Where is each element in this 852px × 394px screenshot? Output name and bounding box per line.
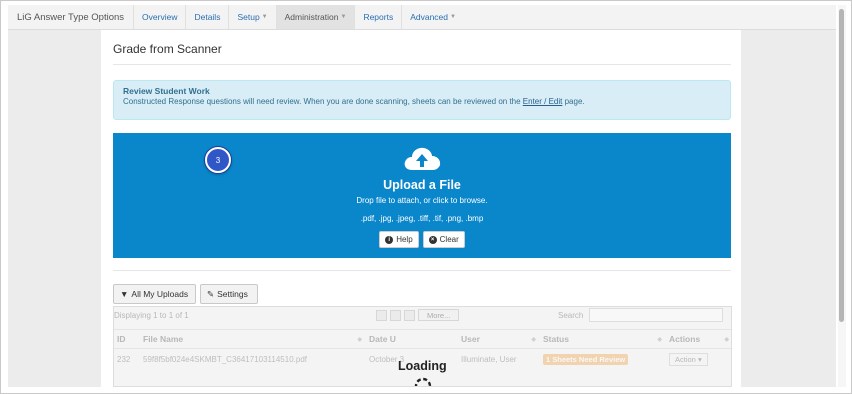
cell-actions: Action ▾ <box>666 349 731 369</box>
columns-icon[interactable] <box>376 309 387 321</box>
upload-buttons: i Help × Clear <box>113 231 731 248</box>
nav-item-reports[interactable]: Reports <box>354 5 401 29</box>
search-input[interactable] <box>589 308 723 322</box>
column-header-status[interactable]: Status ◆ <box>540 330 666 348</box>
chevron-down-icon: ▼ <box>261 14 268 20</box>
help-button[interactable]: i Help <box>379 231 419 248</box>
nav-item-setup[interactable]: Setup ▼ <box>228 5 275 29</box>
chevron-down-icon: ▼ <box>340 14 347 20</box>
status-badge: 1 Sheets Need Review <box>543 353 629 365</box>
page-title: Grade from Scanner <box>113 42 222 56</box>
cell-status: 1 Sheets Need Review <box>540 349 666 369</box>
more-button[interactable]: More... <box>418 309 460 321</box>
nav-brand[interactable]: LiG Answer Type Options <box>8 5 133 29</box>
search-label: Search <box>558 311 584 320</box>
nav-item-overview[interactable]: Overview <box>133 5 185 29</box>
info-icon: i <box>385 235 394 244</box>
table-info: Displaying 1 to 1 of 1 <box>114 311 189 320</box>
sort-icon: ◆ <box>357 336 362 343</box>
nav-item-advanced[interactable]: Advanced ▼ <box>401 5 464 29</box>
filter-icon: ▼ <box>120 289 129 299</box>
window-frame: LiG Answer Type Options Overview Details… <box>0 0 852 394</box>
uploads-table: Displaying 1 to 1 of 1 More... Search ID… <box>113 306 732 387</box>
divider <box>113 64 731 65</box>
column-header-actions[interactable]: Actions ◆ <box>666 330 731 348</box>
column-header-id[interactable]: ID <box>114 330 140 348</box>
chevron-down-icon: ▼ <box>450 14 456 20</box>
upload-file-types: .pdf, .jpg, .jpeg, .tiff, .tif, .png, .b… <box>360 214 484 223</box>
info-text: Constructed Response questions will need… <box>123 97 585 106</box>
upload-title: Upload a File <box>383 178 461 192</box>
sort-icon: ◆ <box>657 336 662 343</box>
column-header-file-name[interactable]: File Name ◆ <box>140 330 366 348</box>
info-alert: Review Student Work Constructed Response… <box>113 80 731 120</box>
settings-button[interactable]: ✎ Settings <box>200 284 258 304</box>
main-content: Grade from Scanner Review Student Work C… <box>101 30 741 387</box>
cell-file-name: 59f8f5bf024e4SKMBT_C36417103114510.pdf <box>143 354 307 364</box>
table-tools: More... <box>376 309 460 321</box>
chevron-down-icon: ▾ <box>697 354 702 364</box>
info-title: Review Student Work <box>123 86 210 96</box>
upload-dropzone[interactable]: Upload a File Drop file to attach, or cl… <box>113 133 731 258</box>
spinner-icon <box>414 377 432 386</box>
export-icon[interactable] <box>390 309 401 321</box>
page-margin-left <box>8 30 101 387</box>
close-icon: × <box>428 235 437 244</box>
step-badge: 3 <box>205 147 231 173</box>
cloud-upload-icon <box>404 147 441 170</box>
column-header-user[interactable]: User ◆ <box>458 330 540 348</box>
top-nav: LiG Answer Type Options Overview Details… <box>8 5 836 30</box>
nav-item-administration[interactable]: Administration ▼ <box>275 5 355 29</box>
upload-subtitle: Drop file to attach, or click to browse. <box>356 196 488 205</box>
loading-text: Loading <box>398 359 447 373</box>
column-header-date[interactable]: Date U <box>366 330 458 348</box>
print-icon[interactable] <box>404 309 415 321</box>
action-dropdown-button[interactable]: Action ▾ <box>669 352 708 366</box>
divider <box>113 270 731 271</box>
cell-user: Illuminate, User <box>461 354 517 364</box>
table-header: ID File Name ◆ Date U User ◆ Status ◆ Actio… <box>114 329 731 349</box>
all-my-uploads-button[interactable]: ▼ All My Uploads <box>113 284 196 304</box>
scrollbar[interactable] <box>838 5 846 387</box>
nav-item-details[interactable]: Details <box>185 5 228 29</box>
page-margin-right <box>741 30 836 387</box>
enter-edit-link[interactable]: Enter / Edit <box>523 97 563 106</box>
sort-icon: ◆ <box>724 336 729 343</box>
scrollbar-thumb[interactable] <box>839 9 844 322</box>
cell-id: 232 <box>117 354 131 364</box>
clear-button[interactable]: × Clear <box>422 231 465 248</box>
sort-icon: ◆ <box>531 336 536 343</box>
wrench-icon: ✎ <box>207 288 215 299</box>
